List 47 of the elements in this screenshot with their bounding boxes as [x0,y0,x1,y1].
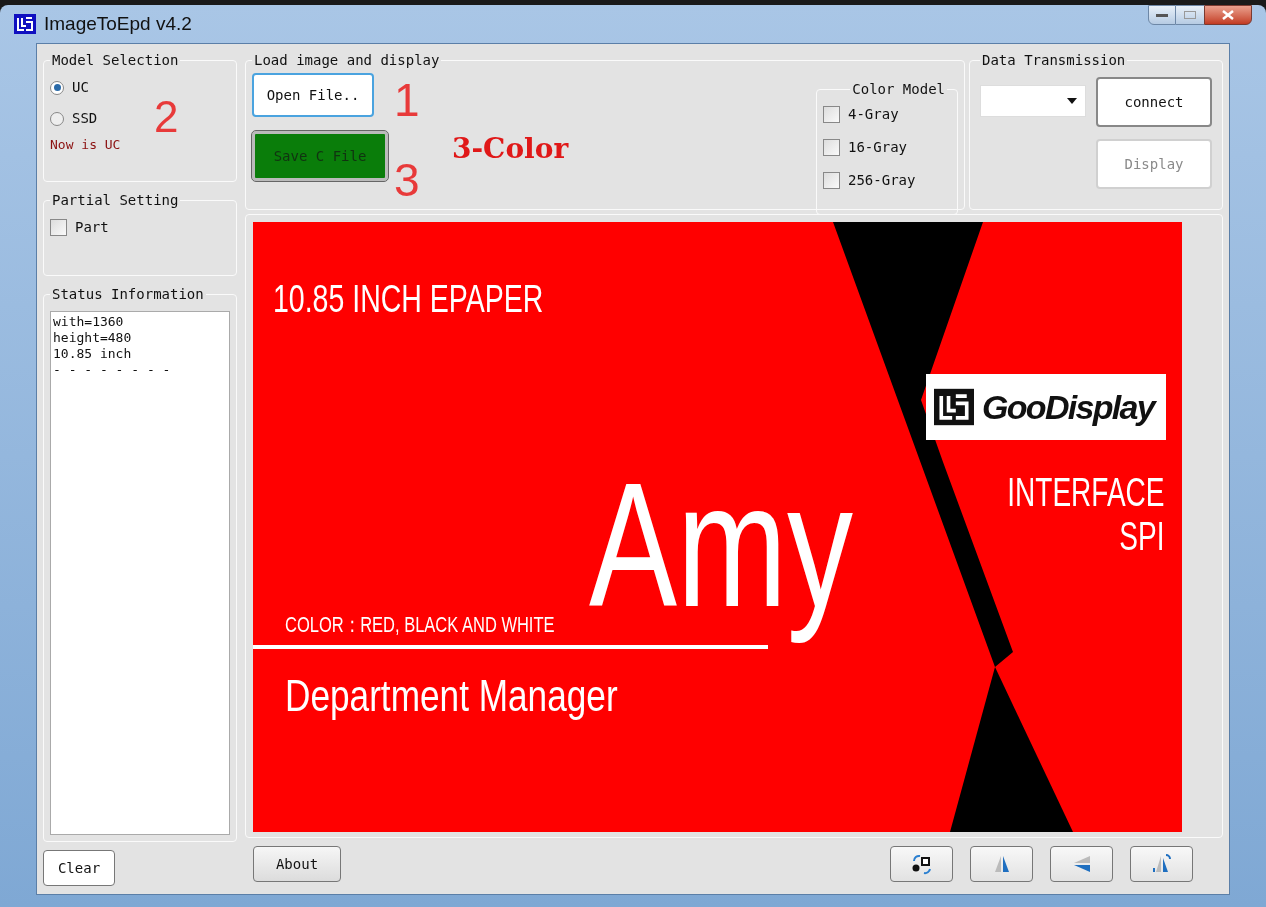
option-label: 4-Gray [848,105,899,124]
group-label: Color Model [851,80,946,99]
app-icon [14,14,36,34]
log-line: - - - - - - - - [53,362,171,378]
annotation-number: 1 [394,77,420,123]
preview-text: SPI [1118,514,1164,558]
dropdown-arrow-icon [1067,98,1077,104]
status-log[interactable]: with=1360 height=480 10.85 inch - - - - - - - - [50,311,230,835]
annotation-label: 3-Color [452,135,569,163]
minimize-button[interactable] [1148,5,1176,25]
log-line: 10.85 inch [53,346,132,362]
option-label: 256-Gray [848,171,916,190]
log-line: height=480 [53,330,132,346]
log-line: with=1360 [53,314,124,330]
preview-text: INTERFACE [1006,470,1164,514]
annotation-number: 2 [154,95,179,139]
toolbar-button[interactable] [890,846,953,882]
checkbox[interactable] [823,139,840,156]
checkbox[interactable] [50,219,67,236]
clear-button[interactable]: Clear [43,850,115,886]
about-button[interactable]: About [253,846,341,882]
checkbox[interactable] [823,172,840,189]
status-text: Now is UC [50,136,122,154]
group-label: Data Transmission [981,51,1127,70]
preview-name: Amy [589,446,854,645]
connect-button[interactable]: connect [1096,77,1212,127]
option-label: 16-Gray [848,138,907,157]
open-file-button[interactable]: Open File.. [252,73,374,117]
group-label: Model Selection [51,51,180,70]
option-label: Part [75,218,109,237]
group-label: Status Information [51,285,205,304]
option-label: UC [72,78,89,97]
radio-button[interactable] [50,80,64,95]
annotation-number: 3 [394,157,420,203]
preview-role: Department Manager [285,671,618,720]
close-icon [1222,10,1234,20]
radio-button[interactable] [50,111,64,126]
close-button[interactable] [1204,5,1252,25]
option-label: SSD [72,109,98,128]
checkbox[interactable] [823,106,840,123]
preview-heading: 10.85 INCH EPAPER [273,278,544,320]
window-title: ImageToEpd v4.2 [44,11,192,36]
maximize-button[interactable] [1176,5,1204,25]
logo-icon [934,387,974,427]
group-label: Load image and display [253,51,441,70]
group-label: Partial Setting [51,191,180,210]
preview-text: COLOR：RED, BLACK AND WHITE [285,612,555,637]
